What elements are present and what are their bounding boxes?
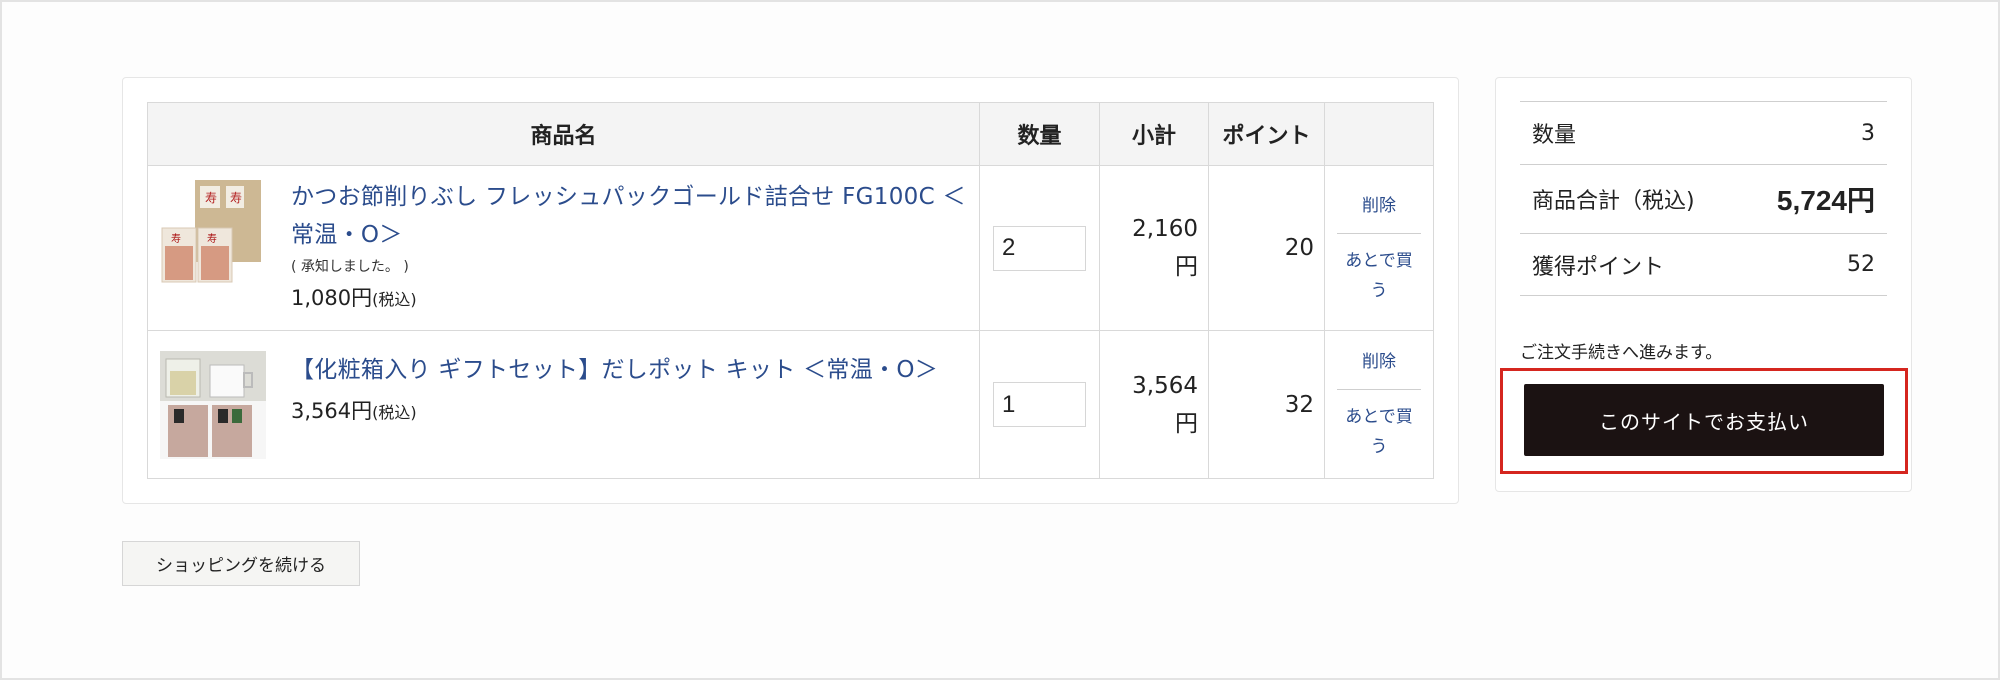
tax-label: (税込) bbox=[372, 403, 417, 422]
subtotal-cell: 3,564 円 bbox=[1099, 330, 1209, 479]
summary-quantity-row: 数量 3 bbox=[1520, 101, 1887, 164]
header-quantity: 数量 bbox=[979, 102, 1100, 166]
product-price: 3,564円(税込) bbox=[291, 395, 967, 425]
action-divider bbox=[1337, 389, 1421, 390]
cart-header-row: 商品名 数量 小計 ポイント bbox=[147, 102, 1434, 166]
summary-total-row: 商品合計（税込) 5,724円 bbox=[1520, 164, 1887, 233]
subtotal-value: 3,564 bbox=[1132, 372, 1198, 399]
header-subtotal: 小計 bbox=[1099, 102, 1209, 166]
tax-label: (税込) bbox=[372, 290, 417, 309]
product-name-link[interactable]: 【化粧箱入り ギフトセット】だしポット キット ＜常温・O＞ bbox=[291, 351, 967, 389]
product-name-link[interactable]: かつお節削りぶし フレッシュパックゴールド詰合せ FG100C ＜常温・O＞ bbox=[291, 178, 967, 254]
summary-points-row: 獲得ポイント 52 bbox=[1520, 233, 1887, 296]
header-actions bbox=[1324, 102, 1434, 166]
svg-text:寿: 寿 bbox=[230, 191, 242, 205]
product-price: 1,080円(税込) bbox=[291, 282, 967, 312]
pay-on-site-button[interactable]: このサイトでお支払い bbox=[1524, 384, 1884, 456]
cart-row: 寿 寿 寿 寿 かつお節削りぶし フレッシュパックゴールド詰合せ FG100C … bbox=[147, 165, 1434, 331]
product-note: ( 承知しました。 ) bbox=[291, 259, 409, 275]
price-value: 3,564円 bbox=[291, 399, 373, 423]
header-product: 商品名 bbox=[147, 102, 980, 166]
product-cell: 寿 寿 寿 寿 かつお節削りぶし フレッシュパックゴールド詰合せ FG100C … bbox=[147, 165, 980, 331]
continue-shopping-button[interactable]: ショッピングを続ける bbox=[122, 541, 360, 586]
points-cell: 32 bbox=[1208, 330, 1325, 479]
price-value: 1,080円 bbox=[291, 286, 373, 310]
header-points: ポイント bbox=[1208, 102, 1325, 166]
subtotal-unit: 円 bbox=[1175, 254, 1198, 280]
action-divider bbox=[1337, 232, 1421, 234]
quantity-cell bbox=[979, 165, 1100, 331]
subtotal-cell: 2,160 円 bbox=[1099, 165, 1209, 331]
cart-row: 【化粧箱入り ギフトセット】だしポット キット ＜常温・O＞ 3,564円(税込… bbox=[147, 330, 1434, 479]
summary-quantity-label: 数量 bbox=[1532, 123, 1577, 148]
svg-text:寿: 寿 bbox=[207, 232, 217, 245]
delete-link[interactable]: 削除 bbox=[1337, 347, 1421, 377]
summary-total-label: 商品合計（税込) bbox=[1532, 189, 1695, 214]
delete-link[interactable]: 削除 bbox=[1337, 191, 1421, 221]
cart-panel: 商品名 数量 小計 ポイント 寿 寿 寿 寿 かつお節削りぶし フレッシュパック… bbox=[122, 77, 1459, 504]
product-thumbnail[interactable] bbox=[160, 351, 266, 459]
product-thumbnail[interactable]: 寿 寿 寿 寿 bbox=[160, 180, 266, 285]
product-info: かつお節削りぶし フレッシュパックゴールド詰合せ FG100C ＜常温・O＞ (… bbox=[291, 178, 967, 312]
summary-points-value: 52 bbox=[1847, 252, 1875, 277]
summary-total-value: 5,724円 bbox=[1776, 185, 1875, 216]
product-cell: 【化粧箱入り ギフトセット】だしポット キット ＜常温・O＞ 3,564円(税込… bbox=[147, 330, 980, 479]
actions-cell: 削除 あとで買う bbox=[1324, 330, 1434, 479]
product-info: 【化粧箱入り ギフトセット】だしポット キット ＜常温・O＞ 3,564円(税込… bbox=[291, 351, 967, 425]
actions-cell: 削除 あとで買う bbox=[1324, 165, 1434, 331]
subtotal-unit: 円 bbox=[1175, 410, 1198, 437]
summary-quantity-value: 3 bbox=[1861, 120, 1875, 146]
subtotal-value: 2,160 bbox=[1132, 216, 1198, 242]
points-cell: 20 bbox=[1208, 165, 1325, 331]
quantity-input[interactable] bbox=[993, 382, 1086, 427]
svg-text:寿: 寿 bbox=[171, 232, 181, 245]
proceed-note: ご注文手続きへ進みます。 bbox=[1520, 343, 1723, 363]
cart-table: 商品名 数量 小計 ポイント 寿 寿 寿 寿 かつお節削りぶし フレッシュパック… bbox=[147, 102, 1434, 479]
quantity-cell bbox=[979, 330, 1100, 479]
quantity-input[interactable] bbox=[993, 225, 1086, 271]
buy-later-link[interactable]: あとで買う bbox=[1337, 246, 1421, 306]
buy-later-link[interactable]: あとで買う bbox=[1337, 402, 1421, 462]
summary-points-label: 獲得ポイント bbox=[1532, 254, 1665, 280]
svg-text:寿: 寿 bbox=[205, 191, 217, 205]
